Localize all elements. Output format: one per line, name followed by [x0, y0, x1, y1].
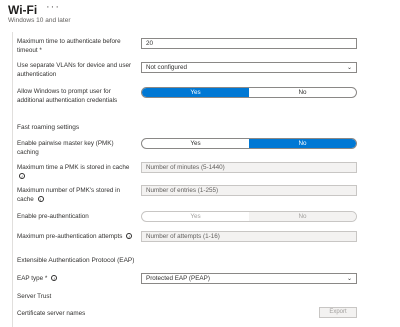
separate-vlans-dropdown[interactable]: Not configured ⌄	[141, 62, 357, 73]
preauth-attempts-input[interactable]: Number of attempts (1-16)	[141, 231, 357, 242]
prompt-creds-no[interactable]: No	[249, 88, 356, 97]
more-options-icon[interactable]: ···	[46, 1, 60, 13]
preauth-attempts-label: Maximum pre-authentication attempts i	[17, 233, 141, 242]
eap-heading: Extensible Authentication Protocol (EAP)	[17, 257, 135, 264]
server-trust-label: Server Trust	[17, 293, 52, 300]
eap-type-dropdown[interactable]: Protected EAP (PEAP) ⌄	[141, 273, 357, 284]
pmk-time-label: Maximum time a PMK is stored in cache i	[17, 164, 130, 179]
separate-vlans-value: Not configured	[146, 64, 187, 71]
export-button[interactable]: Export	[319, 307, 357, 318]
required-marker: *	[39, 46, 42, 54]
eap-type-label: EAP type * i	[17, 275, 135, 284]
pmk-caching-label: Enable pairwise master key (PMK) caching	[17, 140, 114, 156]
page-title: Wi-Fi	[8, 3, 38, 17]
pmk-caching-no[interactable]: No	[249, 139, 356, 148]
blade-header: Wi-Fi ··· Windows 10 and later	[0, 0, 400, 30]
settings-panel: Maximum time to authenticate before time…	[12, 32, 396, 327]
preauth-label: Enable pre-authentication	[17, 213, 89, 220]
info-icon[interactable]: i	[51, 275, 58, 282]
info-icon[interactable]: i	[19, 172, 25, 179]
required-marker: *	[44, 275, 48, 282]
fast-roaming-heading: Fast roaming settings	[17, 124, 80, 131]
info-icon[interactable]: i	[126, 233, 133, 240]
eap-type-value: Protected EAP (PEAP)	[146, 275, 210, 282]
prompt-creds-label: Allow Windows to prompt user for additio…	[17, 88, 118, 104]
prompt-creds-yes[interactable]: Yes	[142, 88, 249, 97]
pmk-time-input[interactable]: Number of minutes (5-1440)	[141, 162, 357, 173]
info-icon[interactable]: i	[37, 195, 44, 202]
preauth-toggle: Yes No	[141, 211, 357, 222]
chevron-down-icon: ⌄	[346, 276, 352, 282]
pmk-count-input[interactable]: Number of entries (1-255)	[141, 185, 357, 196]
pmk-count-label: Maximum number of PMK's stored in cache …	[17, 187, 121, 203]
separate-vlans-label: Use separate VLANs for device and user a…	[17, 62, 132, 78]
prompt-creds-toggle: Yes No	[141, 87, 357, 98]
pmk-caching-toggle: Yes No	[141, 138, 357, 149]
chevron-down-icon: ⌄	[346, 65, 352, 71]
page-subtitle: Windows 10 and later	[8, 17, 71, 24]
preauth-no[interactable]: No	[249, 212, 356, 221]
preauth-yes[interactable]: Yes	[142, 212, 249, 221]
cert-server-names-label: Certificate server names	[17, 310, 86, 317]
max-auth-time-label: Maximum time to authenticate before time…	[17, 38, 121, 54]
max-auth-time-input[interactable]: 20	[141, 38, 357, 49]
pmk-caching-yes[interactable]: Yes	[142, 139, 249, 148]
